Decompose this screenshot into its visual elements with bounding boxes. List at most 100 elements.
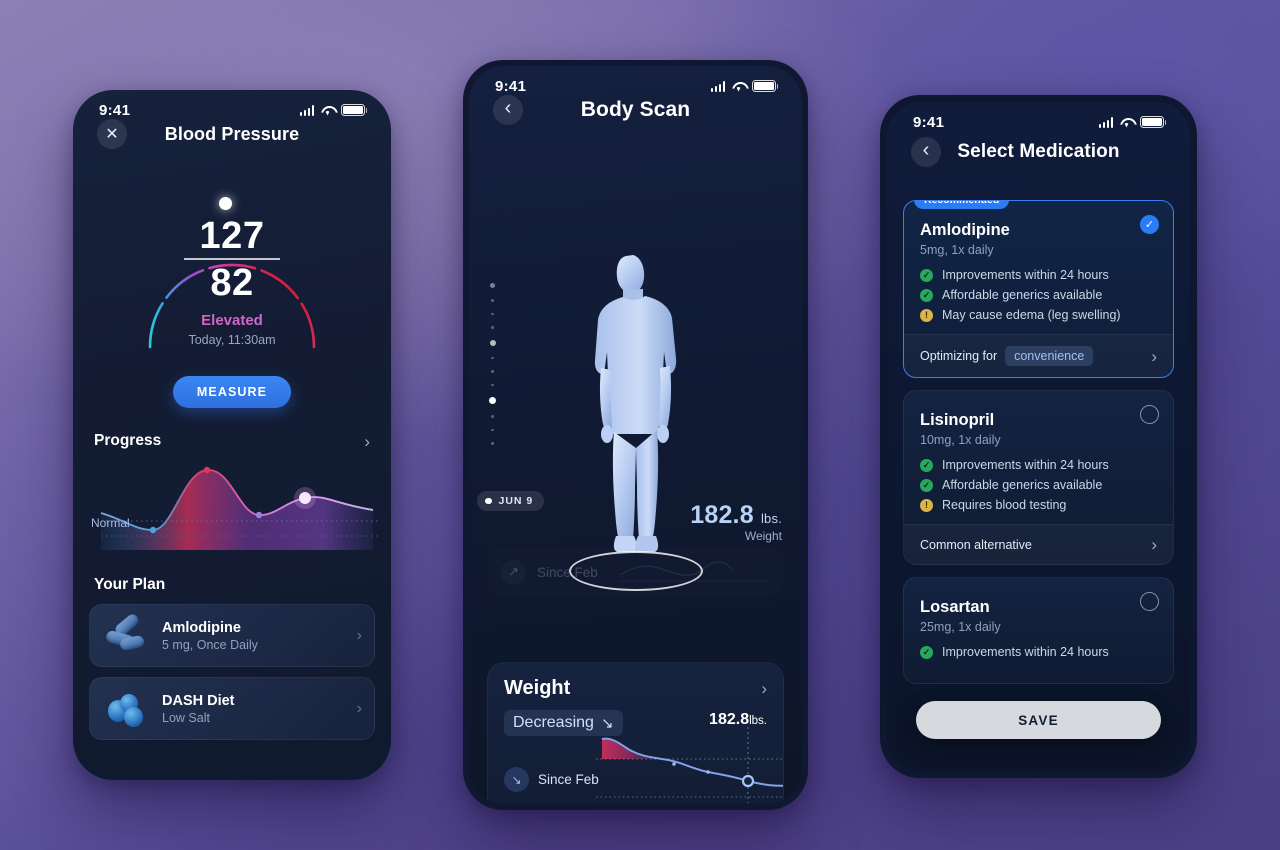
chevron-right-icon[interactable]: › xyxy=(357,700,362,718)
feature-text: Requires blood testing xyxy=(942,498,1067,512)
footer-text: Common alternative xyxy=(920,537,1032,552)
check-circle-icon: ✓ xyxy=(920,458,933,472)
medication-features: ✓ Improvements within 24 hours ✓ Afforda… xyxy=(920,268,1157,322)
progress-chart-svg xyxy=(100,466,379,550)
berries-icon xyxy=(102,688,150,730)
weight-card[interactable]: Weight › Decreasing ↘ 182.8lbs. ↘ Since … xyxy=(487,662,784,804)
screen-body-scan: 9:41 ‹ Body Scan JUN 9 182.8 lbs. Weight… xyxy=(469,66,802,804)
ghost-card-label: Since Feb xyxy=(537,564,598,580)
progress-section-header[interactable]: Progress › xyxy=(73,432,391,450)
since-row: ↘ Since Feb xyxy=(504,767,599,792)
back-icon[interactable]: ‹ xyxy=(911,137,941,167)
chevron-right-icon[interactable]: › xyxy=(1151,536,1157,553)
scan-date-chip[interactable]: JUN 9 xyxy=(477,491,545,511)
check-circle-icon: ✓ xyxy=(920,288,933,302)
chevron-right-icon[interactable]: › xyxy=(357,627,362,645)
list-item-subtitle: Low Salt xyxy=(162,710,210,725)
feature-row: ✓ Improvements within 24 hours xyxy=(920,645,1157,659)
feature-row: ! Requires blood testing xyxy=(920,498,1157,512)
diastolic-value: 82 xyxy=(210,261,254,304)
screen-select-medication: 9:41 ‹ Select Medication Recommended ✓ A… xyxy=(887,102,1190,771)
check-circle-icon: ✓ xyxy=(920,645,933,659)
weight-label: Weight xyxy=(744,529,782,543)
arrow-down-right-icon: ↘ xyxy=(504,767,529,792)
medication-list: Recommended ✓ Amlodipine 5mg, 1x daily ✓… xyxy=(887,180,1190,684)
phone-body-scan: 9:41 ‹ Body Scan JUN 9 182.8 lbs. Weight… xyxy=(463,60,808,810)
plan-section-header: Your Plan xyxy=(73,576,391,594)
plan-title: Your Plan xyxy=(94,576,166,593)
check-circle-icon: ✓ xyxy=(920,478,933,492)
medication-dose: 25mg, 1x daily xyxy=(920,620,1001,634)
page-title: Select Medication xyxy=(957,141,1120,162)
measurement-timestamp: Today, 11:30am xyxy=(188,332,276,347)
feature-row: ✓ Affordable generics available xyxy=(920,478,1157,492)
close-icon[interactable]: ✕ xyxy=(97,119,127,149)
chevron-right-icon[interactable]: › xyxy=(761,680,767,697)
page-title: Blood Pressure xyxy=(164,123,300,144)
back-icon[interactable]: ‹ xyxy=(493,95,523,125)
medication-footer-left: Optimizing for convenience xyxy=(920,346,1094,366)
scan-timeline[interactable] xyxy=(489,283,496,445)
phone-select-medication: 9:41 ‹ Select Medication Recommended ✓ A… xyxy=(880,95,1197,778)
warning-circle-icon: ! xyxy=(920,308,933,322)
trend-up-icon: ↗ xyxy=(501,560,526,585)
weight-chart-svg xyxy=(596,727,783,803)
weight-value: 182.8 lbs. xyxy=(690,501,782,529)
medication-dose: 5mg, 1x daily xyxy=(920,243,994,257)
list-item-subtitle: 5 mg, Once Daily xyxy=(162,637,258,652)
baseline-label: Normal xyxy=(91,516,130,530)
bp-readout: 127 82 Elevated Today, 11:30am xyxy=(118,216,346,347)
chevron-right-icon[interactable]: › xyxy=(1151,348,1157,365)
medication-name: Lisinopril xyxy=(920,411,995,429)
bp-gauge: 127 82 Elevated Today, 11:30am xyxy=(118,172,346,362)
list-item-text: DASH Diet Low Salt xyxy=(162,693,345,725)
medication-features: ✓ Improvements within 24 hours xyxy=(920,645,1157,659)
save-button[interactable]: SAVE xyxy=(916,701,1161,739)
feature-text: Improvements within 24 hours xyxy=(942,645,1109,659)
medication-footer[interactable]: Common alternative › xyxy=(904,524,1173,564)
feature-row: ✓ Affordable generics available xyxy=(920,288,1157,302)
medication-footer[interactable]: Optimizing for convenience › xyxy=(904,334,1173,377)
nav-bar: ✕ Blood Pressure xyxy=(73,106,391,162)
chevron-right-icon[interactable]: › xyxy=(364,433,370,450)
bp-divider xyxy=(184,258,280,260)
medication-features: ✓ Improvements within 24 hours ✓ Afforda… xyxy=(920,458,1157,512)
list-item-text: Amlodipine 5 mg, Once Daily xyxy=(162,620,345,652)
medication-card-lisinopril[interactable]: Lisinopril 10mg, 1x daily ✓ Improvements… xyxy=(903,390,1174,565)
list-item[interactable]: DASH Diet Low Salt › xyxy=(89,677,375,740)
list-item[interactable]: Amlodipine 5 mg, Once Daily › xyxy=(89,604,375,667)
medication-card-losartan[interactable]: Losartan 25mg, 1x daily ✓ Improvements w… xyxy=(903,577,1174,684)
medication-name: Losartan xyxy=(920,598,990,616)
feature-row: ! May cause edema (leg swelling) xyxy=(920,308,1157,322)
mockup-stage: 9:41 ✕ Blood Pressure 127 82 Elevated To… xyxy=(0,0,1280,850)
feature-text: Affordable generics available xyxy=(942,478,1103,492)
feature-row: ✓ Improvements within 24 hours xyxy=(920,268,1157,282)
phone-blood-pressure: 9:41 ✕ Blood Pressure 127 82 Elevated To… xyxy=(73,90,391,780)
medication-body: Amlodipine 5mg, 1x daily ✓ Improvements … xyxy=(904,201,1173,334)
radio-unselected-icon[interactable] xyxy=(1140,405,1159,424)
medication-dose: 10mg, 1x daily xyxy=(920,433,1001,447)
date-dot-icon xyxy=(485,497,492,505)
radio-selected-icon[interactable]: ✓ xyxy=(1140,215,1159,234)
feature-text: Improvements within 24 hours xyxy=(942,458,1109,472)
list-item-title: DASH Diet xyxy=(162,692,235,709)
measure-button[interactable]: MEASURE xyxy=(173,376,291,408)
feature-row: ✓ Improvements within 24 hours xyxy=(920,458,1157,472)
check-circle-icon: ✓ xyxy=(920,268,933,282)
progress-chart: Normal xyxy=(73,458,391,550)
weight-unit: lbs. xyxy=(760,511,782,526)
nav-bar: ‹ Select Medication xyxy=(887,124,1190,180)
trend-label: Decreasing xyxy=(513,714,594,731)
nav-bar: ‹ Body Scan xyxy=(469,82,802,138)
screen-blood-pressure: 9:41 ✕ Blood Pressure 127 82 Elevated To… xyxy=(73,90,391,780)
feature-text: Affordable generics available xyxy=(942,288,1103,302)
footer-text: Optimizing for xyxy=(920,349,998,363)
status-badge: Elevated xyxy=(118,312,346,329)
weight-card-title: Weight xyxy=(504,677,571,699)
medication-card-amlodipine[interactable]: Recommended ✓ Amlodipine 5mg, 1x daily ✓… xyxy=(903,200,1174,378)
body-scan-viewport[interactable]: JUN 9 182.8 lbs. Weight xyxy=(469,138,802,608)
footer-tag[interactable]: convenience xyxy=(1005,346,1094,366)
warning-circle-icon: ! xyxy=(920,498,933,512)
radio-unselected-icon[interactable] xyxy=(1140,592,1159,611)
medication-name: Amlodipine xyxy=(920,221,1010,239)
